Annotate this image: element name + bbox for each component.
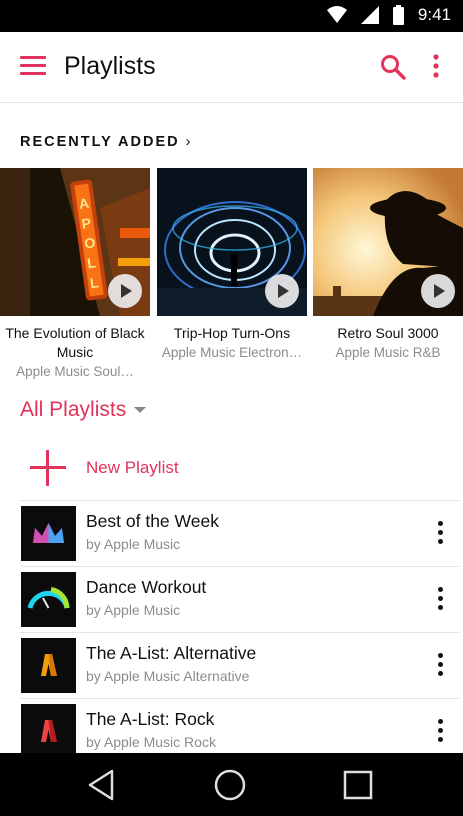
album-art-apollo: A P O L L [0, 168, 150, 316]
new-playlist-button[interactable]: New Playlist [20, 440, 460, 496]
album-title: Trip-Hop Turn-Ons [173, 325, 291, 341]
app-bar: Playlists [0, 32, 463, 103]
recently-added-carousel: A P O L L The Evolution of Black Music A… [0, 168, 463, 383]
playlist-title: Best of the Week [86, 511, 219, 531]
page-title: Playlists [64, 52, 156, 80]
cell-signal-icon [360, 6, 379, 24]
search-icon[interactable] [380, 54, 406, 80]
album-art-light-painting [157, 168, 307, 316]
chevron-right-icon: › [185, 134, 193, 150]
album-title: The Evolution of Black Music [5, 325, 145, 360]
more-vert-icon[interactable] [438, 521, 444, 545]
gauge-icon [21, 572, 76, 627]
all-playlists-dropdown[interactable]: All Playlists [20, 398, 147, 422]
home-icon[interactable] [212, 767, 248, 803]
battery-icon [392, 5, 404, 25]
album-title: Retro Soul 3000 [337, 325, 439, 341]
list-item[interactable]: Best of the Week by Apple Music [20, 500, 460, 566]
album-card-trip-hop[interactable]: Trip-Hop Turn-Ons Apple Music Electron… [157, 168, 307, 362]
recently-added-label: RECENTLY ADDED [20, 134, 180, 150]
list-item[interactable]: Dance Workout by Apple Music [20, 566, 460, 632]
playlist-title: Dance Workout [86, 577, 207, 597]
play-button[interactable] [265, 274, 299, 308]
album-subtitle: Apple Music Soul… [16, 364, 134, 379]
playlist-list: Best of the Week by Apple Music Dance Wo… [20, 500, 460, 764]
back-icon[interactable] [84, 767, 120, 803]
album-card-retro-soul[interactable]: Retro Soul 3000 Apple Music R&B [313, 168, 463, 362]
playlist-subtitle: by Apple Music Alternative [86, 668, 250, 684]
more-vert-icon[interactable] [428, 54, 444, 80]
status-time: 9:41 [417, 5, 451, 24]
new-playlist-label: New Playlist [86, 458, 179, 477]
system-nav-bar [0, 753, 463, 816]
playlist-subtitle: by Apple Music [86, 602, 181, 618]
play-button[interactable] [108, 274, 142, 308]
wifi-icon [326, 6, 347, 23]
more-vert-icon[interactable] [438, 587, 444, 611]
list-item[interactable]: The A-List: Alternative by Apple Music A… [20, 632, 460, 698]
play-button[interactable] [421, 274, 455, 308]
playlist-title: The A-List: Alternative [86, 643, 257, 663]
playlist-title: The A-List: Rock [86, 709, 215, 729]
album-card-evolution[interactable]: A P O L L The Evolution of Black Music A… [0, 168, 150, 381]
album-art-silhouette [313, 168, 463, 316]
more-vert-icon[interactable] [438, 719, 444, 743]
more-vert-icon[interactable] [438, 653, 444, 677]
plus-icon [20, 440, 74, 496]
album-subtitle: Apple Music R&B [335, 345, 441, 360]
playlist-subtitle: by Apple Music [86, 536, 181, 552]
recents-icon[interactable] [340, 767, 376, 803]
crown-icon [21, 506, 76, 561]
recently-added-header[interactable]: RECENTLY ADDED › [20, 134, 192, 150]
red-a-icon [21, 704, 76, 759]
status-bar: 9:41 [0, 0, 463, 32]
playlist-subtitle: by Apple Music Rock [86, 734, 216, 750]
all-playlists-label: All Playlists [20, 398, 127, 421]
album-subtitle: Apple Music Electron… [161, 345, 303, 360]
menu-icon[interactable] [20, 56, 46, 78]
orange-a-icon [21, 638, 76, 693]
caret-down-icon [134, 407, 147, 413]
